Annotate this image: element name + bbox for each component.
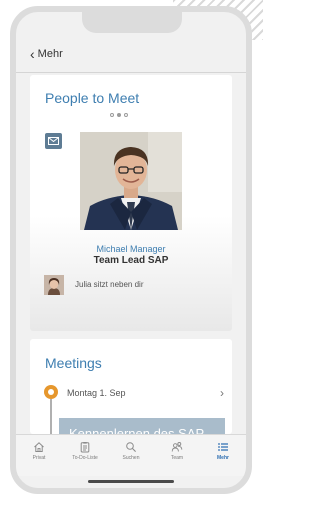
page-dot[interactable] [110,113,114,117]
nav-divider [16,72,246,73]
tab-label: Suchen [122,455,140,461]
meeting-date[interactable]: Montag 1. Sep [67,388,126,398]
home-icon [34,442,44,452]
seat-neighbor-text: Julia sitzt neben dir [75,280,144,289]
meeting-title: Kennenlernen des SAP Teams [69,426,204,434]
tab-privat[interactable]: Privat [19,441,59,461]
timeline-line [50,399,52,434]
checklist-icon [80,442,90,453]
list-icon [218,443,228,451]
tab-label: Mehr [217,455,229,461]
screenshot-stage: ‹ Mehr People to Meet Michael Manager Te… [0,0,263,507]
tab-label: Team [170,455,184,461]
phone-frame: ‹ Mehr People to Meet Michael Manager Te… [10,6,252,494]
tab-todo[interactable]: To-Do-Liste [65,441,105,461]
mail-icon [48,137,59,145]
tab-search[interactable]: Suchen [111,441,151,461]
tab-label: To-Do-Liste [72,455,98,461]
chevron-left-icon: ‹ [30,46,35,62]
person-role: Team Lead SAP [93,255,169,266]
colleague-portrait-image [44,275,64,295]
colleague-avatar[interactable] [44,275,64,295]
tab-label: Privat [32,455,46,461]
meetings-card-title: Meetings [45,355,102,371]
page-dot-active[interactable] [117,113,121,117]
chevron-right-icon[interactable]: › [220,386,224,400]
home-indicator[interactable] [88,480,174,483]
back-label: Mehr [37,48,63,60]
timeline-marker [44,385,58,399]
tab-team[interactable]: Team [157,441,197,461]
page-indicator[interactable] [110,113,128,117]
team-icon [171,442,183,452]
person-name[interactable]: Michael Manager [30,244,232,254]
people-card-title: People to Meet [45,90,140,106]
page-dot[interactable] [124,113,128,117]
back-button[interactable]: ‹ Mehr [30,47,63,61]
top-navigation-bar: ‹ Mehr [16,44,246,72]
meeting-item[interactable]: Kennenlernen des SAP Teams [59,418,225,434]
person-portrait-image [80,132,182,230]
people-to-meet-card[interactable]: People to Meet Michael Manager Team Lead… [30,75,232,331]
person-photo[interactable] [80,132,182,230]
tab-mehr[interactable]: Mehr [203,441,243,461]
search-icon [126,442,136,452]
mail-button[interactable] [45,133,62,149]
bottom-tab-bar: Privat To-Do-Liste Suchen Team Mehr [16,434,246,476]
meetings-card[interactable]: Meetings Montag 1. Sep › Kennenlernen de… [30,339,232,434]
phone-notch [82,12,182,33]
